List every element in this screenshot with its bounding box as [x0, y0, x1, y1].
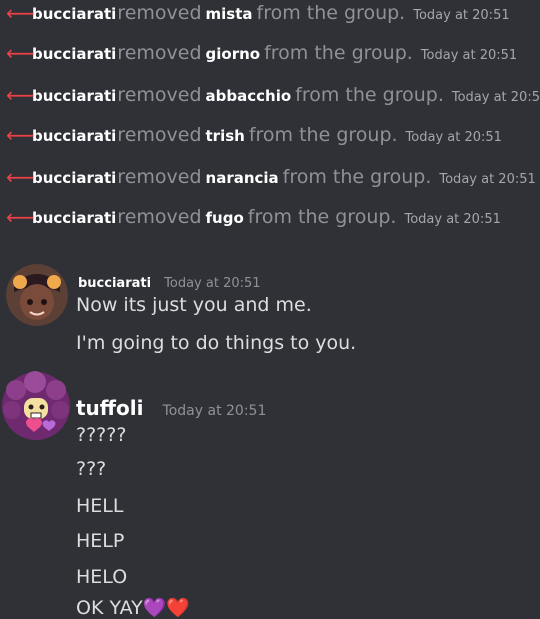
- system-event-time: Today at 20:51: [404, 212, 501, 227]
- system-event-time: Today at 20:51: [405, 130, 502, 145]
- system-event-verb: removed: [117, 2, 202, 24]
- left-arrow-icon: ⟵: [6, 123, 35, 147]
- message-line: ???: [76, 458, 107, 480]
- system-event-row: ⟵ bucciarati removed fugo from the group…: [6, 204, 501, 232]
- system-event-time: Today at 20:51: [413, 8, 510, 23]
- system-actor-name[interactable]: bucciarati: [32, 87, 116, 105]
- system-event-tail: from the group.: [295, 84, 444, 106]
- system-target-name[interactable]: narancia: [206, 169, 279, 187]
- system-event-row: ⟵ bucciarati removed trish from the grou…: [6, 122, 502, 150]
- system-event-tail: from the group.: [264, 42, 413, 64]
- system-event-time: Today at 20:51: [451, 90, 540, 105]
- bucciarati-avatar[interactable]: [6, 264, 68, 326]
- message-line: I'm going to do things to you.: [76, 332, 357, 354]
- message-line: ?????: [76, 424, 127, 446]
- system-actor-name[interactable]: bucciarati: [32, 209, 116, 227]
- system-event-tail: from the group.: [282, 166, 432, 188]
- system-event-tail: from the group.: [248, 124, 398, 146]
- system-actor-name[interactable]: bucciarati: [32, 5, 116, 23]
- system-event-verb: removed: [117, 166, 202, 188]
- system-event-tail: from the group.: [256, 2, 406, 24]
- system-actor-name[interactable]: bucciarati: [32, 45, 116, 63]
- system-target-name[interactable]: fugo: [206, 209, 244, 227]
- system-event-row: ⟵ bucciarati removed abbacchio from the …: [6, 82, 540, 110]
- message-line: OK YAY💜❤️: [76, 597, 191, 619]
- message-line: HELP: [76, 530, 125, 552]
- left-arrow-icon: ⟵: [6, 205, 35, 229]
- message-line: HELO: [76, 566, 128, 588]
- left-arrow-icon: ⟵: [6, 41, 35, 65]
- message-author[interactable]: tuffoli: [76, 396, 143, 420]
- message-group: bucciarati Today at 20:51 Now its just y…: [0, 258, 540, 368]
- left-arrow-icon: ⟵: [6, 165, 35, 189]
- system-event-tail: from the group.: [247, 206, 397, 228]
- system-event-verb: removed: [117, 206, 202, 228]
- system-event-verb: removed: [117, 84, 202, 106]
- message-header: tuffoli Today at 20:51: [76, 396, 266, 420]
- message-line: HELL: [76, 495, 124, 517]
- system-event-row: ⟵ bucciarati removed giorno from the gro…: [6, 40, 517, 68]
- system-target-name[interactable]: trish: [206, 127, 245, 145]
- system-event-verb: removed: [117, 42, 202, 64]
- system-target-name[interactable]: abbacchio: [206, 87, 292, 105]
- system-event-time: Today at 20:51: [420, 48, 518, 63]
- system-event-row: ⟵ bucciarati removed narancia from the g…: [6, 164, 536, 192]
- message-timestamp: Today at 20:51: [164, 276, 261, 291]
- system-target-name[interactable]: mista: [206, 5, 253, 23]
- system-actor-name[interactable]: bucciarati: [32, 169, 116, 187]
- tuffoli-avatar[interactable]: [0, 370, 72, 442]
- left-arrow-icon: ⟵: [6, 1, 35, 25]
- message-line: Now its just you and me.: [76, 294, 312, 316]
- system-actor-name[interactable]: bucciarati: [32, 127, 116, 145]
- message-author[interactable]: bucciarati: [78, 276, 151, 291]
- system-event-row: ⟵ bucciarati removed mista from the grou…: [6, 0, 510, 28]
- message-timestamp: Today at 20:51: [162, 403, 267, 419]
- message-group: tuffoli Today at 20:51 ????? ??? HELL HE…: [0, 368, 540, 619]
- system-target-name[interactable]: giorno: [206, 45, 261, 63]
- left-arrow-icon: ⟵: [6, 83, 35, 107]
- system-event-time: Today at 20:51: [439, 172, 536, 187]
- system-event-verb: removed: [117, 124, 202, 146]
- message-header: bucciarati Today at 20:51: [78, 272, 261, 291]
